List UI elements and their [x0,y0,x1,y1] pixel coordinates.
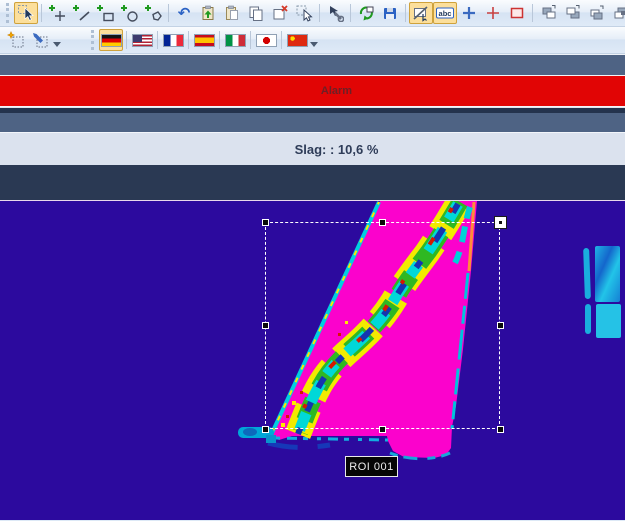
selection-handle-bottom-middle[interactable] [379,426,386,433]
language-chinese-button[interactable] [285,29,309,51]
thermal-camera-view[interactable]: ROI 001 [0,201,625,520]
hide-shapes-icon [412,4,430,22]
add-polygon-button[interactable] [141,2,165,24]
alarm-banner: Alarm [0,75,625,107]
spain-flag-icon [194,34,215,47]
language-toolbar-drag-handle[interactable] [91,30,94,50]
send-to-back-icon [611,4,625,22]
alarm-label: Alarm [273,85,352,97]
copy-button[interactable] [244,2,268,24]
bring-forward-button[interactable] [536,2,560,24]
add-ellipse-button[interactable] [117,2,141,24]
auto-detect-grid-button[interactable] [4,29,28,51]
paste-special-button[interactable] [196,2,220,24]
show-labels-button[interactable]: abc [433,2,457,24]
save-shape-icon [381,4,399,22]
send-backward-button[interactable] [560,2,584,24]
undo-icon: ↶ [178,6,191,21]
france-flag-icon [163,34,184,47]
send-to-back-button[interactable] [608,2,625,24]
add-point-icon [48,4,66,22]
add-red-marker-icon [484,4,502,22]
selection-handle-top-middle[interactable] [379,219,386,226]
add-blue-marker-icon [460,4,478,22]
header-band-bottom [0,165,625,200]
usa-flag-icon [132,34,153,47]
language-italian-button[interactable] [223,29,247,51]
send-backward-icon [563,4,581,22]
paste-button[interactable] [220,2,244,24]
bring-forward-icon [539,4,557,22]
language-english-button[interactable] [130,29,154,51]
toolbar-language [0,27,625,54]
thermal-side-objects [583,246,621,338]
selection-handle-top-right[interactable] [494,216,507,229]
add-red-region-icon [508,4,526,22]
toolbar-main: ↶ [0,0,625,27]
language-japanese-button[interactable] [254,29,278,51]
add-point-button[interactable] [45,2,69,24]
thermal-tail-blob [238,427,276,443]
select-tool-icon [17,4,35,22]
pointer-settings-icon [326,4,344,22]
italy-flag-icon [225,34,246,47]
china-flag-icon [287,34,308,47]
add-line-icon [72,4,90,22]
language-french-button[interactable] [161,29,185,51]
save-shape-button[interactable] [378,2,402,24]
show-labels-icon: abc [435,4,455,22]
svg-text:abc: abc [439,9,452,18]
selection-handle-top-left[interactable] [262,219,269,226]
bring-to-front-button[interactable] [584,2,608,24]
selection-handle-middle-right[interactable] [497,322,504,329]
rotate-shape-button[interactable] [354,2,378,24]
copy-icon [247,4,265,22]
edit-grid-button[interactable] [28,29,52,51]
bring-to-front-icon [587,4,605,22]
add-red-marker-button[interactable] [481,2,505,24]
add-line-button[interactable] [69,2,93,24]
add-ellipse-icon [120,4,138,22]
roi-selection-rect[interactable] [265,222,500,429]
selection-handle-bottom-left[interactable] [262,426,269,433]
slag-value-label: Slag: : 10,6 % [247,142,379,157]
toolbar-drag-handle[interactable] [6,3,9,23]
select-all-button[interactable] [292,2,316,24]
grid-more-options-dropdown[interactable] [53,42,61,47]
select-tool-button[interactable] [14,2,38,24]
delete-shape-icon [271,4,289,22]
japan-flag-icon [256,34,277,47]
add-blue-marker-button[interactable] [457,2,481,24]
auto-detect-grid-icon [7,31,25,49]
rotate-shape-icon [357,4,375,22]
slag-status-bar: Slag: : 10,6 % [0,132,625,165]
language-german-button[interactable] [99,29,123,51]
selection-handle-bottom-right[interactable] [497,426,504,433]
roi-name-tag: ROI 001 [345,456,398,477]
delete-shape-button[interactable] [268,2,292,24]
roi-name-text: ROI 001 [349,461,393,473]
pointer-settings-button[interactable] [323,2,347,24]
paste-special-icon [199,4,217,22]
germany-flag-icon [101,34,122,47]
undo-button[interactable]: ↶ [172,2,196,24]
add-polygon-icon [144,4,162,22]
add-red-region-button[interactable] [505,2,529,24]
add-rectangle-button[interactable] [93,2,117,24]
header-band-middle [0,113,625,132]
select-all-icon [295,4,313,22]
header-band-top [0,55,625,75]
paste-icon [223,4,241,22]
language-more-dropdown[interactable] [310,42,318,47]
hide-shapes-button[interactable] [409,2,433,24]
edit-grid-icon [31,31,49,49]
add-rectangle-icon [96,4,114,22]
language-spanish-button[interactable] [192,29,216,51]
selection-handle-middle-left[interactable] [262,322,269,329]
